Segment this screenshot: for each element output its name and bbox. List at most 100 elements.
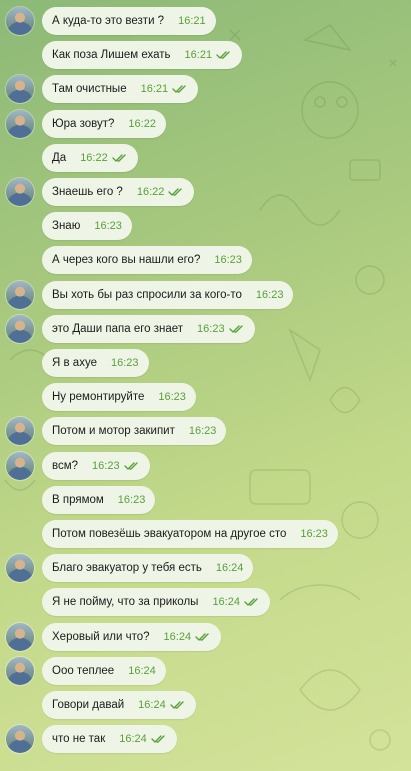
message-row[interactable]: Да 16:22 (0, 141, 411, 175)
double-check-icon (112, 154, 126, 162)
message-text: Юра зовут? (52, 117, 115, 130)
message-text: Потом повезёшь эвакуатором на другое сто (52, 528, 287, 540)
message-row[interactable]: Как поза Лишем ехать 16:21 (0, 38, 411, 72)
message-row[interactable]: А через кого вы нашли его? 16:23 (0, 243, 411, 277)
message-row[interactable]: Потом и мотор закипит 16:23 (0, 414, 411, 448)
message-bubble[interactable]: Ооо теплее 16:24 (42, 656, 166, 685)
message-time: 16:24 (163, 630, 192, 643)
message-time: 16:23 (117, 493, 146, 506)
message-row[interactable]: В прямом 16:23 (0, 483, 411, 517)
message-text: Знаешь его ? (52, 186, 123, 198)
double-check-icon (216, 51, 230, 59)
message-text: Я в ахуе (52, 357, 97, 369)
double-check-icon (151, 735, 165, 743)
message-time: 16:24 (138, 699, 166, 711)
message-time: 16:23 (158, 391, 186, 404)
sender-avatar[interactable] (6, 622, 34, 651)
message-text: Вы хоть бы раз спросили за кого-то (52, 288, 242, 301)
message-bubble[interactable]: это Даши папа его знает 16:23 (42, 314, 255, 343)
message-row[interactable]: Я не пойму, что за приколы 16:24 (0, 585, 411, 619)
message-text: В прямом (52, 493, 104, 506)
message-time: 16:23 (255, 288, 284, 301)
sender-avatar[interactable] (6, 656, 34, 685)
sender-avatar[interactable] (6, 75, 34, 104)
message-bubble[interactable]: Херовый или что? 16:24 (42, 622, 222, 651)
message-bubble[interactable]: Знаю 16:23 (42, 212, 132, 241)
message-row[interactable]: это Даши папа его знает 16:23 (0, 312, 411, 346)
message-bubble[interactable]: Благо эвакуатор у тебя есть 16:24 (42, 554, 254, 583)
message-text: А куда-то это везти ? (52, 15, 165, 27)
message-text: это Даши папа его знает (52, 322, 184, 335)
message-time: 16:22 (128, 117, 156, 130)
message-row[interactable]: Юра зовут? 16:22 (0, 107, 411, 141)
double-check-icon (244, 598, 258, 607)
message-time: 16:24 (128, 664, 156, 677)
message-row[interactable]: А куда-то это везти ? 16:21 (0, 4, 411, 38)
double-check-icon (195, 632, 209, 641)
double-check-icon (168, 188, 183, 196)
message-bubble[interactable]: А куда-то это везти ? 16:21 (42, 7, 216, 35)
message-text: Как поза Лишем ехать (52, 49, 171, 62)
message-row[interactable]: Там очистные 16:21 (0, 72, 411, 106)
message-time: 16:22 (80, 151, 108, 164)
sender-avatar[interactable] (6, 725, 34, 754)
message-time: 16:23 (300, 528, 328, 540)
sender-avatar[interactable] (6, 280, 34, 309)
message-list[interactable]: А куда-то это везти ? 16:21 Как поза Лишем… (0, 0, 411, 771)
message-text: Ооо теплее (52, 664, 115, 677)
message-row[interactable]: что не так 16:24 (0, 722, 411, 756)
message-bubble[interactable]: Говори давай 16:24 (42, 691, 196, 719)
message-text: Да (52, 151, 67, 164)
message-row[interactable]: Потом повезёшь эвакуатором на другое сто… (0, 517, 411, 551)
message-bubble[interactable]: всм? 16:23 (42, 451, 150, 480)
double-check-icon (228, 325, 243, 333)
message-row[interactable]: Херовый или что? 16:24 (0, 620, 411, 654)
message-time: 16:23 (214, 254, 242, 267)
message-row[interactable]: Ооо теплее 16:24 (0, 654, 411, 688)
message-bubble[interactable]: Да 16:22 (42, 143, 138, 172)
message-text: Херовый или что? (52, 630, 150, 643)
message-time: 16:24 (215, 562, 244, 575)
message-row[interactable]: Знаю 16:23 (0, 209, 411, 243)
message-bubble[interactable]: Знаешь его ? 16:22 (42, 178, 195, 206)
message-text: Там очистные (52, 83, 127, 96)
message-time: 16:23 (94, 220, 122, 233)
double-check-icon (123, 461, 138, 470)
message-row[interactable]: Ну ремонтируйте 16:23 (0, 380, 411, 414)
sender-avatar[interactable] (6, 417, 34, 446)
message-bubble[interactable]: что не так 16:24 (42, 725, 177, 754)
message-bubble[interactable]: Ну ремонтируйте 16:23 (42, 383, 196, 412)
message-row[interactable]: Благо эвакуатор у тебя есть 16:24 (0, 551, 411, 585)
message-time: 16:23 (92, 459, 120, 472)
message-time: 16:21 (140, 83, 169, 96)
message-text: Я не пойму, что за приколы (52, 596, 199, 609)
message-row[interactable]: Я в ахуе 16:23 (0, 346, 411, 380)
message-bubble[interactable]: Вы хоть бы раз спросили за кого-то 16:23 (42, 280, 294, 309)
message-text: Знаю (52, 220, 81, 233)
message-time: 16:23 (110, 357, 139, 369)
message-bubble[interactable]: Там очистные 16:21 (42, 75, 199, 104)
sender-avatar[interactable] (6, 451, 34, 480)
sender-avatar[interactable] (6, 554, 34, 583)
message-row[interactable]: Говори давай 16:24 (0, 688, 411, 722)
message-time: 16:23 (188, 425, 217, 438)
message-text: всм? (52, 459, 79, 472)
sender-avatar[interactable] (6, 178, 34, 206)
message-bubble[interactable]: Я не пойму, что за приколы 16:24 (42, 588, 270, 617)
sender-avatar[interactable] (6, 109, 34, 138)
message-bubble[interactable]: Потом повезёшь эвакуатором на другое сто… (42, 520, 338, 548)
message-row[interactable]: всм? 16:23 (0, 449, 411, 483)
message-text: Ну ремонтируйте (52, 391, 145, 404)
sender-avatar[interactable] (6, 314, 34, 343)
message-bubble[interactable]: А через кого вы нашли его? 16:23 (42, 246, 252, 275)
message-bubble[interactable]: Как поза Лишем ехать 16:21 (42, 41, 243, 70)
message-bubble[interactable]: В прямом 16:23 (42, 485, 156, 514)
message-bubble[interactable]: Потом и мотор закипит 16:23 (42, 417, 227, 446)
message-row[interactable]: Знаешь его ? 16:22 (0, 175, 411, 209)
message-bubble[interactable]: Я в ахуе 16:23 (42, 349, 149, 377)
message-time: 16:24 (119, 733, 147, 746)
message-bubble[interactable]: Юра зовут? 16:22 (42, 109, 166, 138)
message-row[interactable]: Вы хоть бы раз спросили за кого-то 16:23 (0, 278, 411, 312)
sender-avatar[interactable] (6, 7, 34, 35)
double-check-icon (169, 701, 184, 709)
